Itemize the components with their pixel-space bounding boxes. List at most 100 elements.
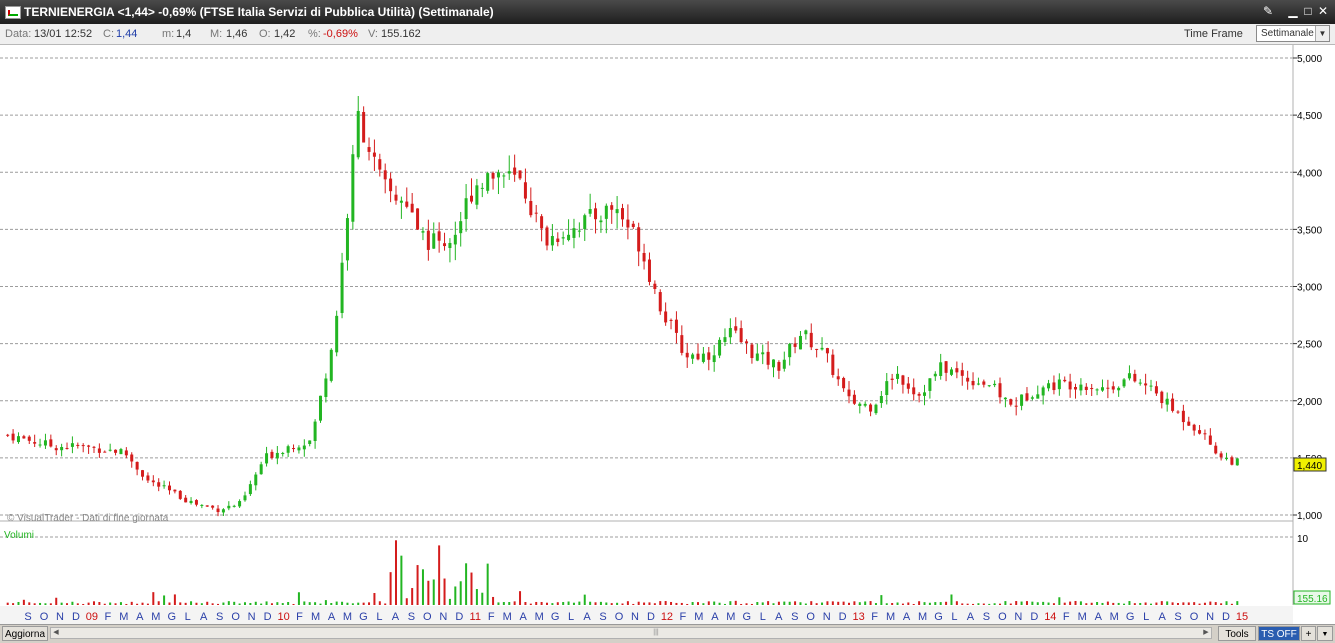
volume-bar [1020, 601, 1023, 605]
volume-bar [281, 603, 284, 605]
volume-bar [222, 602, 225, 605]
volume-bar [195, 602, 198, 605]
maximize-button[interactable]: □ [1300, 3, 1316, 19]
candle-body [221, 509, 225, 513]
chevron-down-icon[interactable]: ▼ [1315, 26, 1329, 41]
volume-bar [427, 580, 430, 605]
candle-body [966, 377, 970, 382]
tools-button[interactable]: Tools [1218, 626, 1256, 641]
candle-body [550, 236, 554, 246]
tools-wrench-icon[interactable]: ✎ [1260, 3, 1276, 19]
candle-body [825, 348, 829, 354]
volume-bar [357, 602, 360, 605]
x-tick-label: A [711, 611, 719, 623]
app-chart-icon [5, 6, 21, 19]
volume-bar [718, 602, 721, 605]
candle-body [879, 396, 883, 404]
x-tick-label: A [775, 611, 783, 623]
volume-bar [540, 601, 543, 605]
x-tick-label: G [743, 611, 752, 623]
candle-body [87, 445, 91, 447]
candle-body [469, 195, 473, 202]
volume-bar [60, 602, 63, 605]
plus-button[interactable]: + [1301, 626, 1316, 641]
x-tick-label: O [40, 611, 49, 623]
volume-bar [1101, 602, 1104, 605]
volume-bar [346, 602, 349, 605]
ts-off-button[interactable]: TS OFF [1258, 626, 1300, 641]
candle-body [739, 328, 743, 343]
candle-body [707, 352, 711, 360]
scroll-left-icon[interactable]: ◀ [51, 628, 61, 638]
x-tick-label: N [823, 611, 831, 623]
candle-body [885, 381, 889, 396]
candle-body [842, 377, 846, 389]
candle-body [372, 152, 376, 157]
candle-body [912, 387, 916, 395]
candle-body [545, 227, 549, 246]
candle-body [426, 230, 430, 250]
volume-bar [330, 603, 333, 605]
update-button[interactable]: Aggiorna [2, 626, 48, 641]
chevron-down-icon[interactable]: ▼ [1317, 626, 1333, 641]
y-tick-label: 1,000 [1297, 511, 1322, 522]
candle-body [1084, 386, 1088, 391]
minimize-button[interactable]: ▁ [1285, 3, 1301, 19]
candle-body [513, 167, 517, 175]
candle-body [933, 373, 937, 377]
candle-body [1208, 435, 1212, 445]
volume-bar [858, 602, 861, 605]
volume-bar [297, 592, 300, 605]
x-tick-label: G [934, 611, 943, 623]
volume-bar [1225, 601, 1228, 605]
close-value: 1,44 [116, 28, 138, 40]
candle-body [345, 218, 349, 261]
candle-body [437, 231, 441, 241]
volume-bar [1220, 603, 1223, 605]
volume-bar [416, 565, 419, 605]
volume-bar [190, 601, 193, 605]
x-tick-label: L [376, 611, 382, 623]
x-tick-label: M [311, 611, 320, 623]
volume-bar [351, 603, 354, 605]
volume-bar [481, 592, 484, 605]
candle-body [76, 444, 80, 446]
candle-body [669, 319, 673, 321]
open-value: 1,42 [274, 28, 296, 40]
volume-bar [378, 601, 381, 605]
x-tick-label: F [1063, 611, 1070, 623]
volume-bar [761, 602, 764, 605]
x-tick-label: A [1158, 611, 1166, 623]
candle-body [944, 361, 948, 373]
horizontal-scrollbar[interactable]: ◀ ||| ▶ [50, 627, 1212, 639]
candle-body [1025, 393, 1029, 401]
candle-body [459, 221, 463, 234]
x-tick-label: 13 [853, 611, 865, 623]
window-title: TERNIENERGIA <1,44> -0,69% (FTSE Italia … [24, 5, 494, 19]
scroll-right-icon[interactable]: ▶ [1201, 628, 1211, 638]
volume-bar [384, 603, 387, 605]
volume-bar [702, 603, 705, 605]
candle-body [1127, 373, 1131, 379]
scroll-thumb[interactable]: ||| [626, 629, 686, 637]
candle-body [615, 209, 619, 214]
volume-bar [303, 601, 306, 605]
candle-body [146, 475, 150, 481]
candle-body [184, 497, 188, 503]
timeframe-select[interactable]: Settimanale ▼ [1256, 25, 1330, 42]
volume-bar [130, 601, 133, 605]
x-tick-label: M [343, 611, 352, 623]
close-button[interactable]: ✕ [1315, 3, 1331, 19]
candle-body [151, 480, 155, 483]
volume-bar [1230, 603, 1233, 605]
candle-body [243, 495, 247, 501]
candle-body [815, 348, 819, 350]
volume-bar [756, 601, 759, 605]
volume-bar [659, 601, 662, 605]
volume-value: 155.162 [381, 28, 421, 40]
volume-bar [87, 602, 90, 605]
volume-bar [152, 592, 155, 605]
volume-bar [1009, 603, 1012, 605]
candle-body [480, 187, 484, 189]
price-chart[interactable]: 5,0004,5004,0003,5003,0002,5002,0001,500… [0, 45, 1335, 624]
